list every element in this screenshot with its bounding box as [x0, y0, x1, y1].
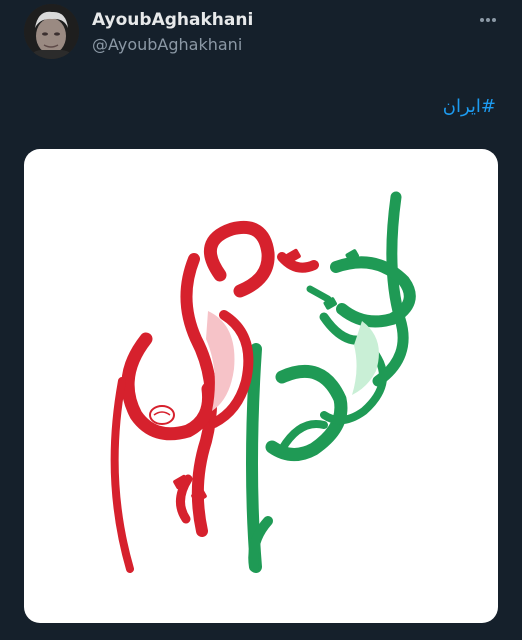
author-handle[interactable]: @AyoubAghakhani	[92, 35, 242, 54]
more-options-button[interactable]	[474, 10, 502, 30]
more-horizontal-icon	[480, 18, 496, 22]
avatar-photo	[24, 4, 79, 59]
calligraphy-artwork	[110, 191, 416, 573]
tweet-hashtag[interactable]: #ایران	[443, 96, 496, 117]
author-display-name[interactable]: AyoubAghakhani	[92, 10, 253, 30]
tweet-media-image[interactable]	[24, 149, 498, 623]
avatar[interactable]	[24, 4, 79, 59]
tweet: AyoubAghakhani @AyoubAghakhani #ایران	[0, 0, 522, 640]
